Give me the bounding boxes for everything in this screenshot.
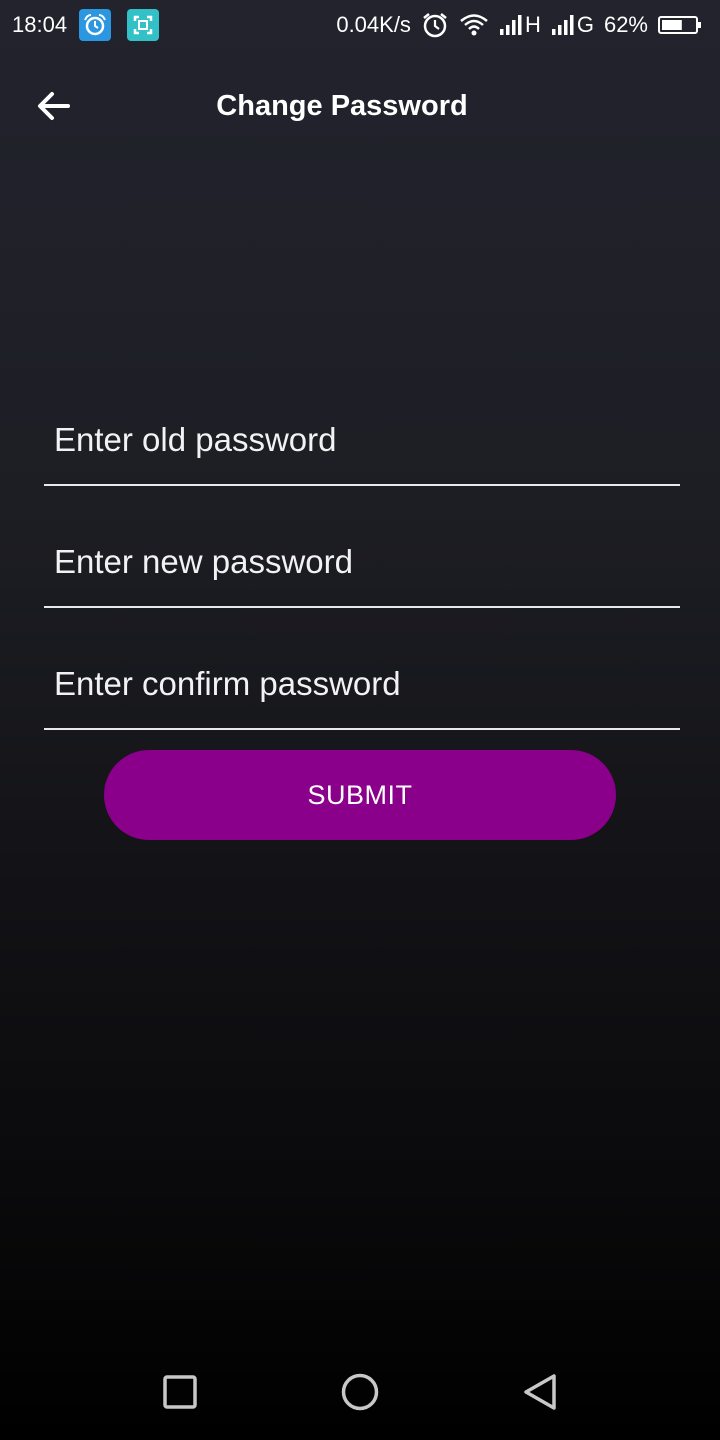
net-speed: 0.04K/s: [336, 12, 411, 37]
new-password-input[interactable]: [54, 520, 664, 604]
submit-button[interactable]: SUBMIT: [104, 750, 616, 840]
battery-icon: [658, 15, 702, 35]
screenshot-app-icon: [127, 9, 159, 41]
battery-percent: 62%: [603, 12, 648, 37]
status-time: 18:04: [12, 12, 68, 37]
home-icon: [341, 1373, 379, 1411]
page-title: Change Password: [216, 90, 468, 122]
recents-icon: [163, 1375, 197, 1409]
network-type-1: H: [524, 12, 541, 37]
alarm-icon: [421, 11, 449, 39]
home-button[interactable]: [338, 1370, 382, 1414]
network-type-2: G: [576, 12, 594, 37]
status-bar: 18:04 0.04K/s H G 62%: [0, 0, 720, 50]
status-right-group: 0.04K/s H G 62%: [336, 12, 702, 38]
old-password-field: [44, 398, 680, 486]
app-notification-icon: [79, 9, 111, 41]
wifi-icon: [459, 12, 489, 38]
signal-group-1: H: [499, 12, 541, 38]
signal-group-2: G: [551, 12, 594, 38]
confirm-password-field: [44, 642, 680, 730]
system-back-button[interactable]: [518, 1370, 562, 1414]
old-password-input[interactable]: [54, 398, 664, 482]
back-icon: [524, 1374, 556, 1410]
signal-icon: [551, 15, 574, 35]
signal-icon: [499, 15, 522, 35]
recents-button[interactable]: [158, 1370, 202, 1414]
system-nav-bar: [0, 1344, 720, 1440]
confirm-password-input[interactable]: [54, 642, 664, 726]
new-password-field: [44, 520, 680, 608]
